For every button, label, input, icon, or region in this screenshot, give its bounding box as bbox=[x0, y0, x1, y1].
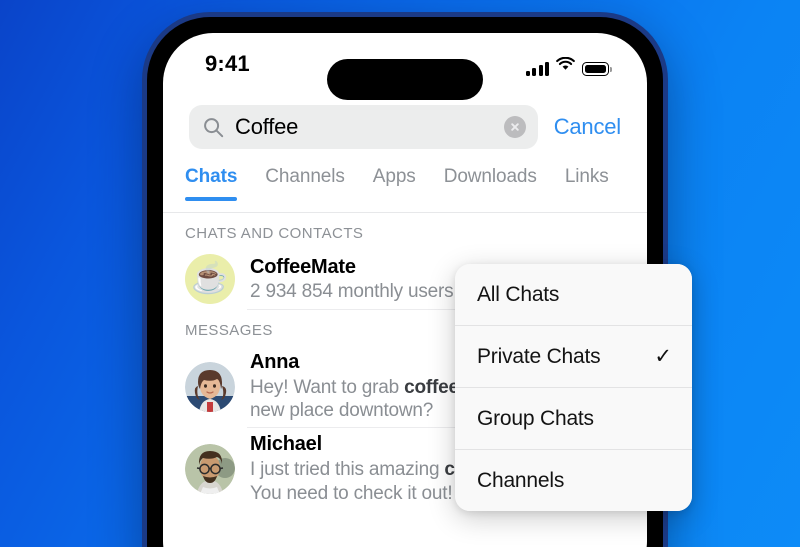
tab-downloads-label: Downloads bbox=[443, 166, 537, 187]
battery-icon bbox=[582, 62, 612, 76]
message-text-pre: I just tried this amazing bbox=[250, 459, 445, 481]
tab-channels-label: Channels bbox=[265, 166, 345, 187]
message-text-line2: You need to check it out! bbox=[250, 482, 453, 504]
search-input[interactable]: Coffee bbox=[189, 105, 538, 149]
list-item-subtitle: 2 934 854 monthly users bbox=[250, 280, 454, 302]
tab-bar: Chats Channels Apps Downloads Links bbox=[163, 166, 647, 201]
tab-channels[interactable]: Channels bbox=[265, 166, 345, 201]
coffee-cup-icon: ☕ bbox=[191, 262, 229, 295]
menu-item-group-chats[interactable]: Group Chats bbox=[455, 388, 692, 449]
menu-item-private-chats[interactable]: Private Chats ✓ bbox=[455, 326, 692, 387]
tab-chats[interactable]: Chats bbox=[185, 166, 237, 201]
dynamic-island bbox=[327, 59, 483, 100]
tab-links[interactable]: Links bbox=[565, 166, 609, 201]
tab-chats-label: Chats bbox=[185, 166, 238, 187]
menu-item-label: Channels bbox=[477, 468, 565, 492]
message-text-line2: new place downtown? bbox=[250, 400, 434, 422]
menu-item-label: Private Chats bbox=[477, 344, 601, 368]
cancel-button[interactable]: Cancel bbox=[554, 114, 621, 140]
tab-links-label: Links bbox=[564, 166, 609, 187]
status-time: 9:41 bbox=[205, 51, 250, 76]
check-icon: ✓ bbox=[654, 345, 672, 368]
status-icons bbox=[525, 56, 612, 76]
avatar bbox=[185, 444, 235, 495]
cellular-signal-icon bbox=[525, 62, 549, 76]
scene-background: 9:41 Coffee Cancel Chats Channels Apps D… bbox=[0, 0, 800, 547]
menu-item-channels[interactable]: Channels bbox=[455, 450, 692, 511]
list-item-title: CoffeeMate bbox=[250, 255, 356, 278]
tab-downloads[interactable]: Downloads bbox=[444, 166, 537, 201]
wifi-icon bbox=[556, 56, 575, 76]
menu-item-label: Group Chats bbox=[477, 406, 594, 430]
menu-item-label: All Chats bbox=[477, 282, 560, 306]
status-bar: 9:41 bbox=[163, 33, 647, 100]
avatar bbox=[185, 361, 235, 412]
search-input-value: Coffee bbox=[235, 114, 299, 139]
clear-circle-icon[interactable] bbox=[503, 116, 526, 138]
section-header-chats-and-contacts: CHATS AND CONTACTS bbox=[185, 225, 364, 242]
chat-filter-menu: All Chats Private Chats ✓ Group Chats Ch… bbox=[455, 264, 692, 511]
search-row: Coffee Cancel bbox=[163, 105, 647, 149]
message-highlight: coffee bbox=[404, 377, 459, 398]
menu-item-all-chats[interactable]: All Chats bbox=[455, 264, 692, 325]
tab-apps[interactable]: Apps bbox=[373, 166, 416, 201]
tab-apps-label: Apps bbox=[372, 166, 416, 187]
message-text-pre: Hey! Want to grab bbox=[250, 377, 405, 398]
search-icon bbox=[203, 117, 224, 138]
avatar: ☕ bbox=[185, 254, 235, 304]
tab-active-underline bbox=[185, 197, 238, 201]
